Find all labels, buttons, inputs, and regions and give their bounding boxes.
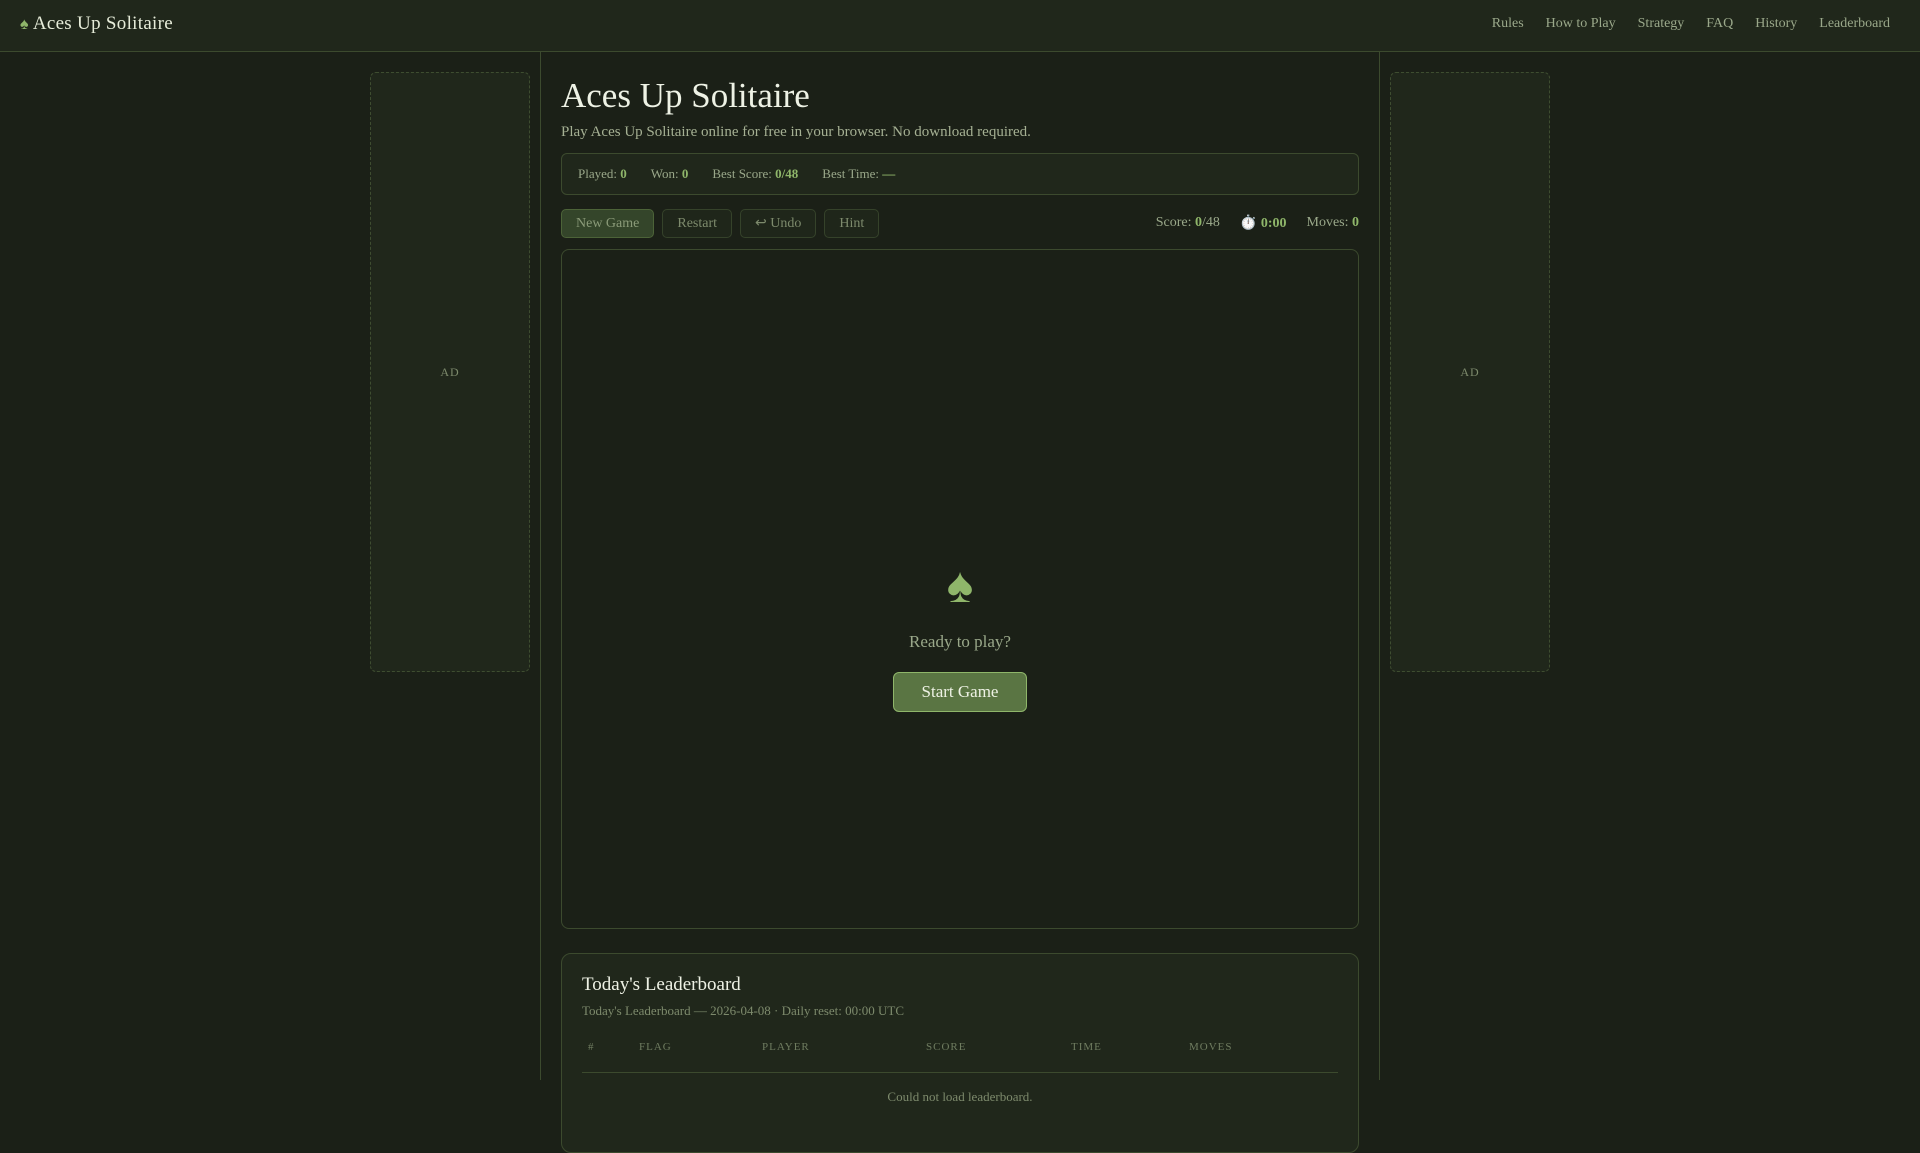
nav-faq[interactable]: FAQ bbox=[1706, 16, 1733, 32]
nav-rules[interactable]: Rules bbox=[1492, 16, 1524, 32]
new-game-button[interactable]: New Game bbox=[561, 209, 655, 238]
stat-won: Won: 0 bbox=[650, 166, 689, 181]
hint-button[interactable]: Hint bbox=[824, 209, 880, 238]
score-display: Score: 0/48 bbox=[1155, 215, 1220, 230]
leaderboard-meta: Today's Leaderboard — 2026-04-08 · Daily… bbox=[582, 1003, 905, 1018]
top-nav: ♠ Aces Up Solitaire Rules How to Play Str… bbox=[0, 0, 1920, 52]
moves-display: Moves: 0 bbox=[1306, 215, 1360, 230]
col-score: SCORE bbox=[926, 1041, 967, 1053]
nav-how-to-play[interactable]: How to Play bbox=[1546, 16, 1616, 32]
game-board: ♠ Ready to play? Start Game bbox=[561, 249, 1359, 929]
nav-strategy[interactable]: Strategy bbox=[1638, 16, 1685, 32]
restart-button[interactable]: Restart bbox=[662, 209, 733, 238]
col-flag: FLAG bbox=[639, 1041, 672, 1053]
start-overlay: ♠ Ready to play? Start Game bbox=[562, 560, 1358, 712]
ad-left: AD bbox=[370, 72, 530, 672]
leaderboard-title: Today's Leaderboard bbox=[582, 974, 741, 995]
timer-display: ⏱️ 0:00 bbox=[1239, 216, 1287, 231]
nav-leaderboard[interactable]: Leaderboard bbox=[1819, 16, 1890, 32]
ready-text: Ready to play? bbox=[909, 632, 1011, 651]
toolbar: New Game Restart ↩ Undo Hint bbox=[561, 209, 880, 238]
stat-best-time: Best Time: — bbox=[822, 166, 896, 181]
stat-best-score: Best Score: 0/48 bbox=[712, 166, 799, 181]
spade-icon: ♠ bbox=[946, 557, 974, 613]
logo-text: Aces Up Solitaire bbox=[32, 13, 173, 34]
start-game-button[interactable]: Start Game bbox=[892, 672, 1028, 712]
leaderboard-empty-message: Could not load leaderboard. bbox=[887, 1089, 1033, 1104]
leaderboard-header: # FLAG PLAYER SCORE TIME MOVES bbox=[582, 1037, 1338, 1073]
game-hud: Score: 0/48 ⏱️ 0:00 Moves: 0 bbox=[1156, 215, 1359, 232]
main-column: Aces Up Solitaire Play Aces Up Solitaire… bbox=[540, 52, 1380, 1153]
col-player: PLAYER bbox=[762, 1041, 810, 1053]
stopwatch-icon: ⏱️ bbox=[1239, 216, 1258, 231]
spade-icon: ♠ bbox=[20, 16, 29, 33]
nav-history[interactable]: History bbox=[1755, 16, 1797, 32]
stat-played: Played: 0 bbox=[578, 166, 627, 181]
nav-links: Rules How to Play Strategy FAQ History L… bbox=[1492, 16, 1890, 32]
stats-bar: Played: 0 Won: 0 Best Score: 0/48 Best T… bbox=[561, 153, 1359, 195]
ad-right: AD bbox=[1390, 72, 1550, 672]
col-time: TIME bbox=[1071, 1041, 1102, 1053]
undo-button[interactable]: ↩ Undo bbox=[740, 209, 817, 238]
page-subtitle: Play Aces Up Solitaire online for free i… bbox=[561, 124, 1031, 140]
leaderboard-panel: Today's Leaderboard Today's Leaderboard … bbox=[561, 953, 1359, 1153]
page-title: Aces Up Solitaire bbox=[561, 76, 810, 115]
col-rank: # bbox=[588, 1041, 595, 1053]
col-moves: MOVES bbox=[1189, 1041, 1233, 1053]
logo-link[interactable]: ♠ Aces Up Solitaire bbox=[20, 13, 173, 35]
